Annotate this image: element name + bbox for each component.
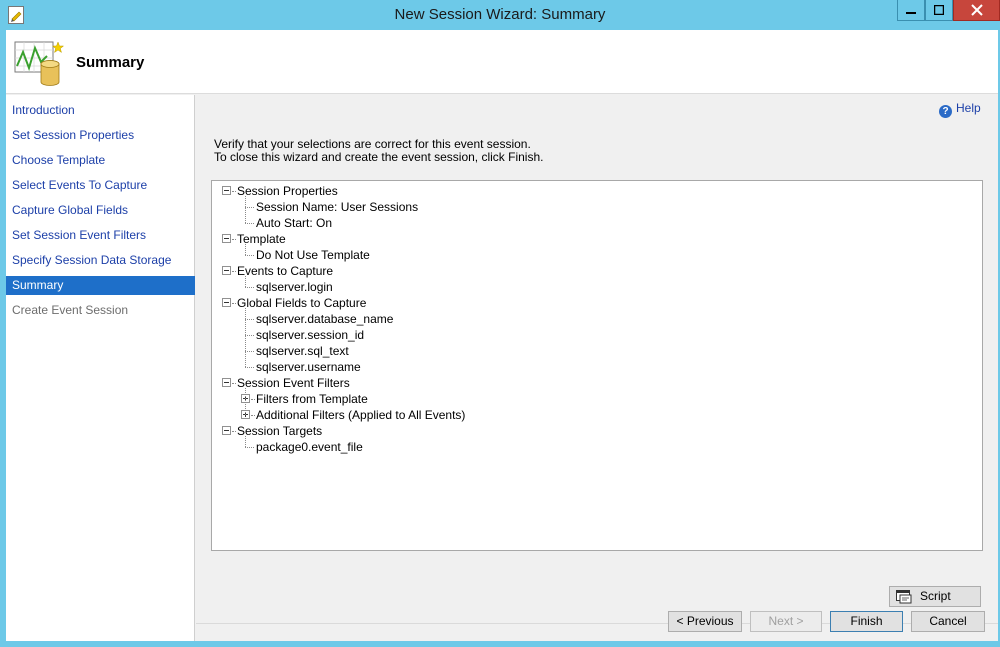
title-bar[interactable]: New Session Wizard: Summary — [0, 0, 1000, 30]
tree-node-item[interactable]: Filters from Template — [256, 391, 368, 407]
window-title: New Session Wizard: Summary — [394, 6, 606, 23]
tree-collapse-toggle[interactable] — [222, 186, 231, 195]
script-label: Script — [920, 589, 951, 603]
tree-collapse-toggle[interactable] — [222, 426, 231, 435]
sidebar-item-create-event-session: Create Event Session — [12, 303, 129, 317]
script-icon — [896, 590, 912, 604]
sidebar-item-specify-data-storage[interactable]: Specify Session Data Storage — [6, 251, 195, 270]
tree-connector — [245, 388, 246, 415]
tree-node-item[interactable]: sqlserver.session_id — [256, 327, 364, 343]
wizard-doc-icon — [8, 6, 24, 24]
tree-collapse-toggle[interactable] — [222, 266, 231, 275]
tree-node-group[interactable]: Events to Capture — [237, 263, 333, 279]
tree-connector — [232, 383, 236, 384]
tree-node-item[interactable]: sqlserver.database_name — [256, 311, 393, 327]
tree-connector — [232, 191, 236, 192]
tree-node-item[interactable]: package0.event_file — [256, 439, 363, 455]
tree-connector — [251, 415, 255, 416]
tree-connector — [245, 223, 254, 224]
help-label: Help — [956, 101, 981, 115]
sidebar-item-introduction[interactable]: Introduction — [6, 101, 195, 120]
sidebar-item-select-events[interactable]: Select Events To Capture — [6, 176, 195, 195]
instructions: Verify that your selections are correct … — [214, 138, 543, 164]
tree-node-item[interactable]: Do Not Use Template — [256, 247, 370, 263]
tree-node-item[interactable]: sqlserver.login — [256, 279, 333, 295]
sidebar-item-capture-global-fields[interactable]: Capture Global Fields — [6, 201, 195, 220]
help-icon: ? — [939, 105, 952, 118]
close-button[interactable] — [953, 0, 1000, 21]
minimize-icon — [906, 12, 916, 14]
tree-connector — [232, 271, 236, 272]
tree-connector — [245, 335, 254, 336]
finish-button[interactable]: Finish — [830, 611, 903, 632]
tree-connector — [245, 255, 254, 256]
tree-connector — [245, 351, 254, 352]
tree-connector — [245, 308, 246, 367]
maximize-icon — [934, 5, 944, 15]
tree-node-item[interactable]: Additional Filters (Applied to All Event… — [256, 407, 465, 423]
tree-connector — [232, 303, 236, 304]
wizard-client-area: Summary Introduction Set Session Propert… — [6, 30, 998, 641]
tree-node-group[interactable]: Session Event Filters — [237, 375, 350, 391]
wizard-header: Summary — [6, 30, 998, 94]
tree-connector — [245, 367, 254, 368]
script-button[interactable]: Script — [889, 586, 981, 607]
summary-tree-view[interactable]: Session Properties Session Name: User Ses… — [211, 180, 983, 551]
tree-connector — [245, 447, 254, 448]
wizard-main-panel: ? Help Verify that your selections are co… — [196, 95, 998, 641]
page-title: Summary — [76, 54, 145, 71]
tree-node-item[interactable]: Auto Start: On — [256, 215, 332, 231]
wizard-steps-sidebar: Introduction Set Session Properties Choo… — [6, 95, 195, 641]
tree-connector — [251, 399, 255, 400]
tree-connector — [232, 431, 236, 432]
cancel-button[interactable]: Cancel — [911, 611, 985, 632]
tree-collapse-toggle[interactable] — [222, 378, 231, 387]
next-button: Next > — [750, 611, 822, 632]
instruction-line-2: To close this wizard and create the even… — [214, 150, 544, 164]
tree-collapse-toggle[interactable] — [222, 234, 231, 243]
tree-node-group[interactable]: Global Fields to Capture — [237, 295, 366, 311]
sidebar-item-set-event-filters[interactable]: Set Session Event Filters — [6, 226, 195, 245]
tree-node-group[interactable]: Session Targets — [237, 423, 322, 439]
help-link[interactable]: ? Help — [939, 100, 981, 118]
previous-button[interactable]: < Previous — [668, 611, 742, 632]
close-icon — [970, 4, 983, 16]
wizard-window: New Session Wizard: Summary Summary Intr… — [0, 0, 1000, 647]
chart-database-icon — [14, 41, 65, 86]
tree-node-item[interactable]: sqlserver.sql_text — [256, 343, 349, 359]
tree-connector — [245, 276, 246, 287]
tree-connector — [245, 207, 254, 208]
tree-node-group[interactable]: Session Properties — [237, 183, 338, 199]
tree-node-item[interactable]: sqlserver.username — [256, 359, 361, 375]
tree-connector — [245, 436, 246, 447]
maximize-button[interactable] — [925, 0, 953, 21]
tree-node-item[interactable]: Session Name: User Sessions — [256, 199, 418, 215]
sidebar-item-set-session-properties[interactable]: Set Session Properties — [6, 126, 195, 145]
tree-connector — [245, 319, 254, 320]
minimize-button[interactable] — [897, 0, 925, 21]
tree-connector — [232, 239, 236, 240]
sidebar-item-summary[interactable]: Summary — [6, 276, 195, 295]
tree-connector — [245, 287, 254, 288]
tree-connector — [245, 244, 246, 255]
tree-connector — [245, 196, 246, 223]
tree-collapse-toggle[interactable] — [222, 298, 231, 307]
sidebar-item-choose-template[interactable]: Choose Template — [6, 151, 195, 170]
